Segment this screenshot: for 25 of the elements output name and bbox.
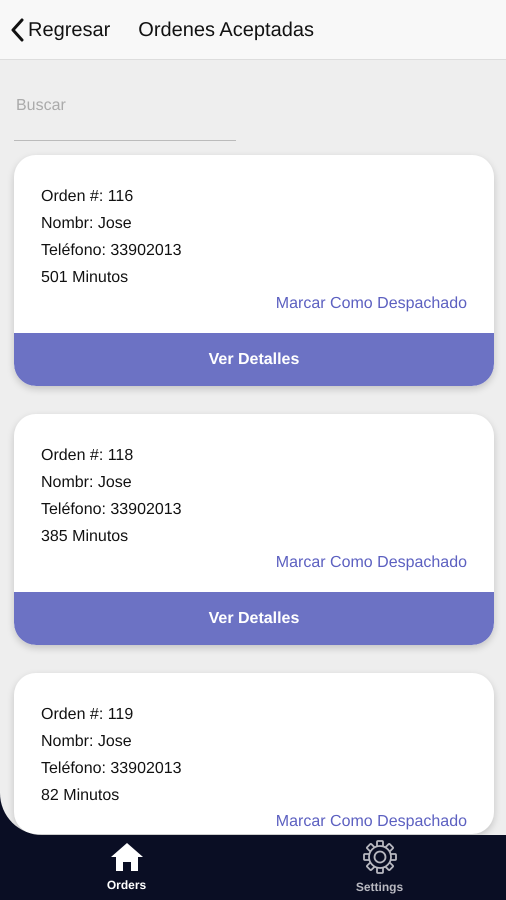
customer-name: Nombr: Jose [41,732,133,752]
order-number: Orden #: 119 [41,705,134,725]
details-button[interactable]: Ver Detalles [14,333,494,386]
phone-number: Teléfono: 33902013 [41,759,183,779]
home-icon [110,842,144,872]
order-number: Orden #: 118 [41,446,134,466]
search-field[interactable]: Buscar [14,90,236,141]
elapsed-time: 385 Minutos [41,527,130,547]
settings-icon [362,840,396,874]
order-number: Orden #: 116 [41,187,134,207]
phone-number: Teléfono: 33902013 [41,500,183,520]
elapsed-time: 82 Minutos [41,786,120,806]
back-button[interactable]: Regresar [10,14,110,44]
customer-name: Nombr: Jose [41,214,133,234]
mark-dispatched-link[interactable]: Marcar Como Despachado [276,552,467,574]
nav-tab[interactable]: Settings [253,835,506,900]
elapsed-time: 501 Minutos [41,268,130,288]
customer-name: Nombr: Jose [41,473,133,493]
back-chevron-icon [10,18,24,42]
mark-dispatched-link[interactable]: Marcar Como Despachado [276,811,467,833]
details-button[interactable]: Ver Detalles [14,592,494,645]
nav-tab[interactable]: Orders [0,835,253,900]
phone-number: Teléfono: 33902013 [41,241,183,261]
mark-dispatched-link[interactable]: Marcar Como Despachado [276,293,467,315]
page-title: Ordenes Aceptadas [138,18,314,42]
